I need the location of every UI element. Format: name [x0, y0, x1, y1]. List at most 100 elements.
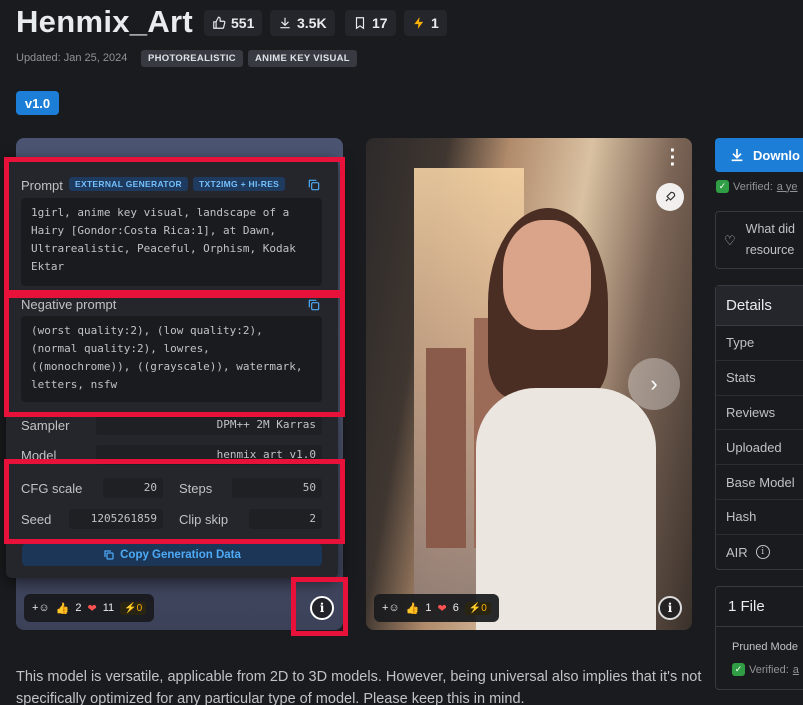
clip-skip-value: 2 — [249, 509, 322, 529]
feedback-text: What did resource — [746, 219, 795, 261]
seed-value: 1205261859 — [69, 509, 163, 529]
verified-status: ✓ Verified: a ye — [716, 180, 798, 193]
updated-date: Updated: Jan 25, 2024 — [16, 52, 128, 64]
like-count: 2 — [75, 602, 82, 614]
thumbs-up-icon: 👍 — [55, 602, 70, 615]
negative-prompt-label: Negative prompt — [21, 297, 117, 312]
bookmark-icon — [355, 17, 365, 30]
version-badge[interactable]: v1.0 — [16, 91, 59, 115]
negative-prompt-text: (worst quality:2), (low quality:2), (nor… — [21, 316, 322, 402]
row-label: Base Model — [726, 474, 795, 490]
prompt-label: Prompt — [21, 178, 63, 193]
details-title: Details — [716, 286, 803, 326]
shield-check-icon: ✓ — [732, 663, 745, 676]
row-label: Stats — [726, 370, 756, 386]
details-row-air: AIR i — [716, 535, 803, 570]
reactions-bar-1[interactable]: +☺ 👍 2 ❤ 11 ⚡0 — [24, 594, 155, 622]
tag-anime-key-visual[interactable]: ANIME KEY VISUAL — [248, 50, 357, 67]
buzz-reaction[interactable]: ⚡0 — [120, 601, 147, 615]
info-icon[interactable]: i — [658, 596, 682, 620]
likes-stat[interactable]: 551 — [204, 10, 263, 36]
row-label: Reviews — [726, 405, 776, 420]
seed-label: Seed — [21, 512, 52, 527]
heart-count: 6 — [452, 602, 459, 614]
row-label: Type — [726, 335, 755, 351]
rocket-icon[interactable] — [656, 183, 684, 211]
heart-icon: ❤ — [87, 602, 97, 615]
details-row-uploaded: Uploaded — [716, 430, 803, 466]
info-icon[interactable]: i — [755, 545, 770, 560]
files-title: 1 File — [716, 587, 803, 627]
file-name[interactable]: Pruned Mode — [732, 641, 798, 653]
clip-skip-label: Clip skip — [179, 512, 229, 527]
files-panel: 1 File Pruned Mode ✓ Verified: a — [715, 586, 803, 690]
download-button[interactable]: Downlo — [715, 138, 803, 172]
details-row-base-model: Base Model — [716, 465, 803, 500]
external-generator-badge: EXTERNAL GENERATOR — [69, 177, 188, 191]
cfg-scale-value: 20 — [103, 478, 163, 498]
heart-count: 11 — [102, 602, 115, 614]
feedback-prompt[interactable]: ♡ What did resource — [715, 211, 803, 269]
model-title: Henmix_Art — [16, 4, 193, 39]
feedback-line-2: resource — [745, 243, 795, 257]
image-card-2[interactable]: · · · › +☺ 👍 1 ❤ 6 ⚡0 i — [366, 138, 692, 630]
copy-icon[interactable] — [307, 178, 321, 192]
more-options-icon[interactable]: · · · — [668, 141, 678, 175]
verified-time[interactable]: a ye — [777, 181, 798, 193]
tag-photorealistic[interactable]: PHOTOREALISTIC — [141, 50, 243, 67]
file-verified-time[interactable]: a — [793, 664, 799, 676]
row-label: Hash — [726, 509, 757, 525]
thumbs-up-icon — [213, 16, 226, 29]
row-label: AIR — [726, 544, 748, 560]
downloads-count: 3.5K — [297, 15, 327, 31]
prompt-text: 1girl, anime key visual, landscape of a … — [21, 198, 322, 286]
verified-label: Verified: — [733, 180, 773, 193]
steps-label: Steps — [179, 481, 213, 496]
details-row-reviews: Reviews — [716, 396, 803, 431]
sampler-label: Sampler — [21, 418, 70, 433]
cfg-scale-label: CFG scale — [21, 481, 83, 496]
model-description: This model is versatile, applicable from… — [16, 669, 702, 705]
lightning-icon: ⚡ — [124, 602, 137, 614]
downloads-stat[interactable]: 3.5K — [270, 10, 335, 36]
row-label: Uploaded — [726, 439, 782, 455]
details-row-stats: Stats — [716, 361, 803, 396]
details-row-type: Type — [716, 326, 803, 361]
add-reaction-icon[interactable]: +☺ — [32, 602, 50, 614]
lightning-icon — [414, 17, 424, 29]
thumbs-up-icon: 👍 — [405, 602, 420, 615]
info-icon[interactable]: i — [310, 596, 334, 620]
file-verified-status: ✓ Verified: a — [732, 663, 799, 676]
txt2img-badge: TXT2IMG + HI-RES — [193, 177, 286, 191]
copy-generation-data-label: Copy Generation Data — [120, 549, 241, 561]
like-count: 1 — [425, 602, 432, 614]
shield-check-icon: ✓ — [716, 180, 729, 193]
steps-value: 50 — [232, 478, 322, 498]
model-label: Model — [21, 448, 57, 463]
buzz-reaction-count: 0 — [481, 602, 487, 614]
add-reaction-icon[interactable]: +☺ — [382, 602, 400, 614]
bookmarks-stat[interactable]: 17 — [345, 10, 396, 36]
likes-count: 551 — [231, 15, 255, 31]
buzz-reaction-count: 0 — [136, 602, 143, 614]
copy-generation-data-button[interactable]: Copy Generation Data — [22, 544, 322, 566]
lightning-icon: ⚡ — [468, 602, 482, 614]
copy-icon[interactable] — [307, 298, 321, 312]
buzz-count: 1 — [431, 15, 439, 31]
heart-icon: ❤ — [437, 602, 447, 615]
model-value: henmix_art_v1.0 — [96, 445, 322, 465]
download-label: Downlo — [753, 147, 800, 163]
download-icon — [731, 149, 743, 162]
download-icon — [280, 17, 290, 29]
copy-icon — [104, 550, 114, 560]
bookmarks-count: 17 — [372, 15, 388, 31]
buzz-stat[interactable]: 1 — [404, 10, 447, 36]
buzz-reaction[interactable]: ⚡0 — [464, 601, 491, 615]
next-image-button[interactable]: › — [628, 358, 680, 410]
reactions-bar-2[interactable]: +☺ 👍 1 ❤ 6 ⚡0 — [374, 594, 499, 622]
sampler-value: DPM++ 2M Karras — [96, 415, 322, 435]
details-row-hash: Hash — [716, 500, 803, 535]
heart-outline-icon: ♡ — [724, 232, 736, 248]
generation-data-popover: Prompt EXTERNAL GENERATOR TXT2IMG + HI-R… — [6, 158, 338, 578]
file-verified-label: Verified: — [749, 663, 789, 676]
